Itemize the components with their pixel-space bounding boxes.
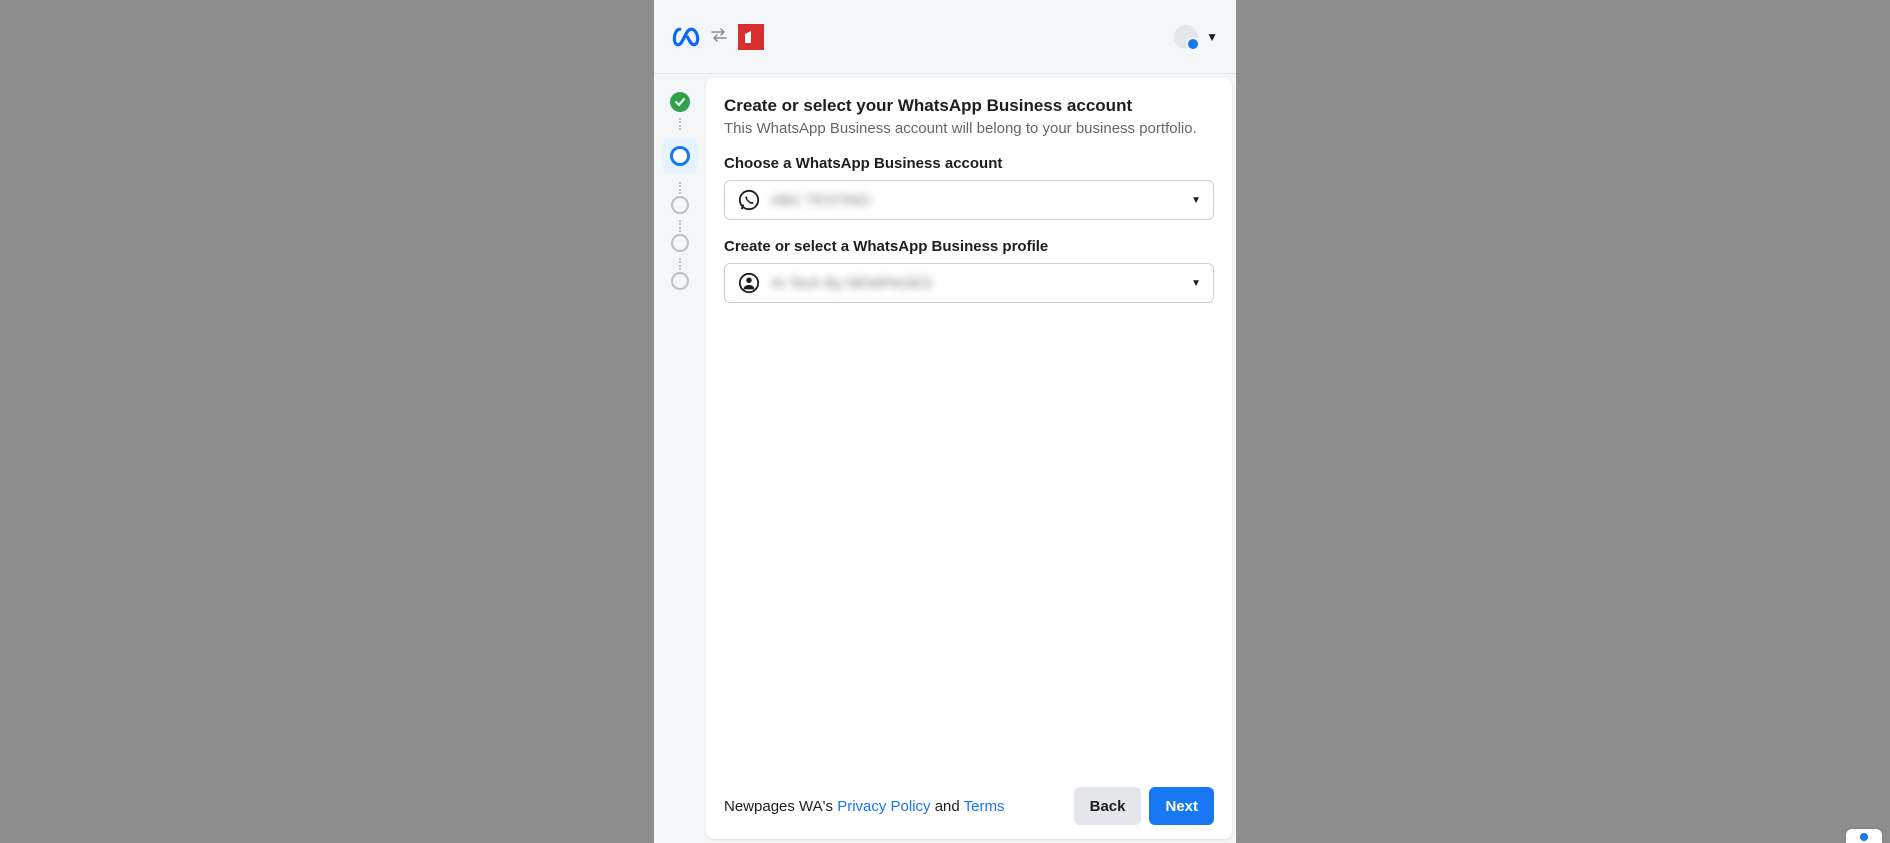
chevron-down-icon: ▼ bbox=[1191, 195, 1201, 206]
facebook-badge-icon bbox=[1186, 37, 1200, 51]
whatsapp-icon bbox=[737, 188, 761, 212]
profile-icon bbox=[737, 271, 761, 295]
account-menu[interactable]: ▼ bbox=[1174, 25, 1218, 49]
account-dropdown-value: ABC TESTING bbox=[771, 192, 1191, 209]
step-2-indicator bbox=[670, 146, 690, 166]
step-connector bbox=[679, 118, 681, 130]
whatsapp-account-dropdown[interactable]: ABC TESTING ▼ bbox=[724, 180, 1214, 220]
profile-dropdown-value: AI Tech By NEWPAGES bbox=[771, 275, 1191, 292]
help-widget[interactable] bbox=[1846, 829, 1882, 843]
page-subtitle: This WhatsApp Business account will belo… bbox=[724, 120, 1214, 137]
modal-header: ▼ bbox=[654, 0, 1236, 74]
step-1-completed bbox=[670, 92, 690, 112]
step-connector bbox=[679, 182, 681, 194]
profile-field-label: Create or select a WhatsApp Business pro… bbox=[724, 238, 1214, 255]
help-icon bbox=[1856, 831, 1872, 841]
step-5-pending bbox=[671, 272, 689, 290]
swap-icon bbox=[710, 26, 728, 47]
step-2-active bbox=[662, 138, 698, 174]
content-main: Create or select your WhatsApp Business … bbox=[706, 78, 1232, 773]
chevron-down-icon: ▼ bbox=[1191, 278, 1201, 289]
step-connector bbox=[679, 220, 681, 232]
modal-container: ▼ Create or select your WhatsApp Busines… bbox=[654, 0, 1236, 843]
page-title: Create or select your WhatsApp Business … bbox=[724, 96, 1214, 116]
account-field-label: Choose a WhatsApp Business account bbox=[724, 155, 1214, 172]
next-button[interactable]: Next bbox=[1149, 787, 1214, 825]
content-footer: Newpages WA's Privacy Policy and Terms B… bbox=[706, 773, 1232, 839]
stepper-rail bbox=[654, 74, 706, 843]
back-button[interactable]: Back bbox=[1074, 787, 1142, 825]
header-logos bbox=[672, 23, 764, 51]
privacy-policy-link[interactable]: Privacy Policy bbox=[837, 798, 930, 815]
modal-body: Create or select your WhatsApp Business … bbox=[654, 74, 1236, 843]
whatsapp-profile-dropdown[interactable]: AI Tech By NEWPAGES ▼ bbox=[724, 263, 1214, 303]
chevron-down-icon: ▼ bbox=[1206, 30, 1218, 44]
account-avatar-icon bbox=[1174, 25, 1198, 49]
content-panel: Create or select your WhatsApp Business … bbox=[706, 78, 1232, 839]
step-3-pending bbox=[671, 196, 689, 214]
footer-legal-text: Newpages WA's Privacy Policy and Terms bbox=[724, 798, 1066, 815]
step-4-pending bbox=[671, 234, 689, 252]
footer-prefix: Newpages WA's bbox=[724, 798, 837, 815]
partner-logo-icon bbox=[738, 24, 764, 50]
meta-logo-icon bbox=[672, 23, 700, 51]
step-connector bbox=[679, 258, 681, 270]
terms-link[interactable]: Terms bbox=[964, 798, 1005, 815]
footer-and: and bbox=[931, 798, 964, 815]
